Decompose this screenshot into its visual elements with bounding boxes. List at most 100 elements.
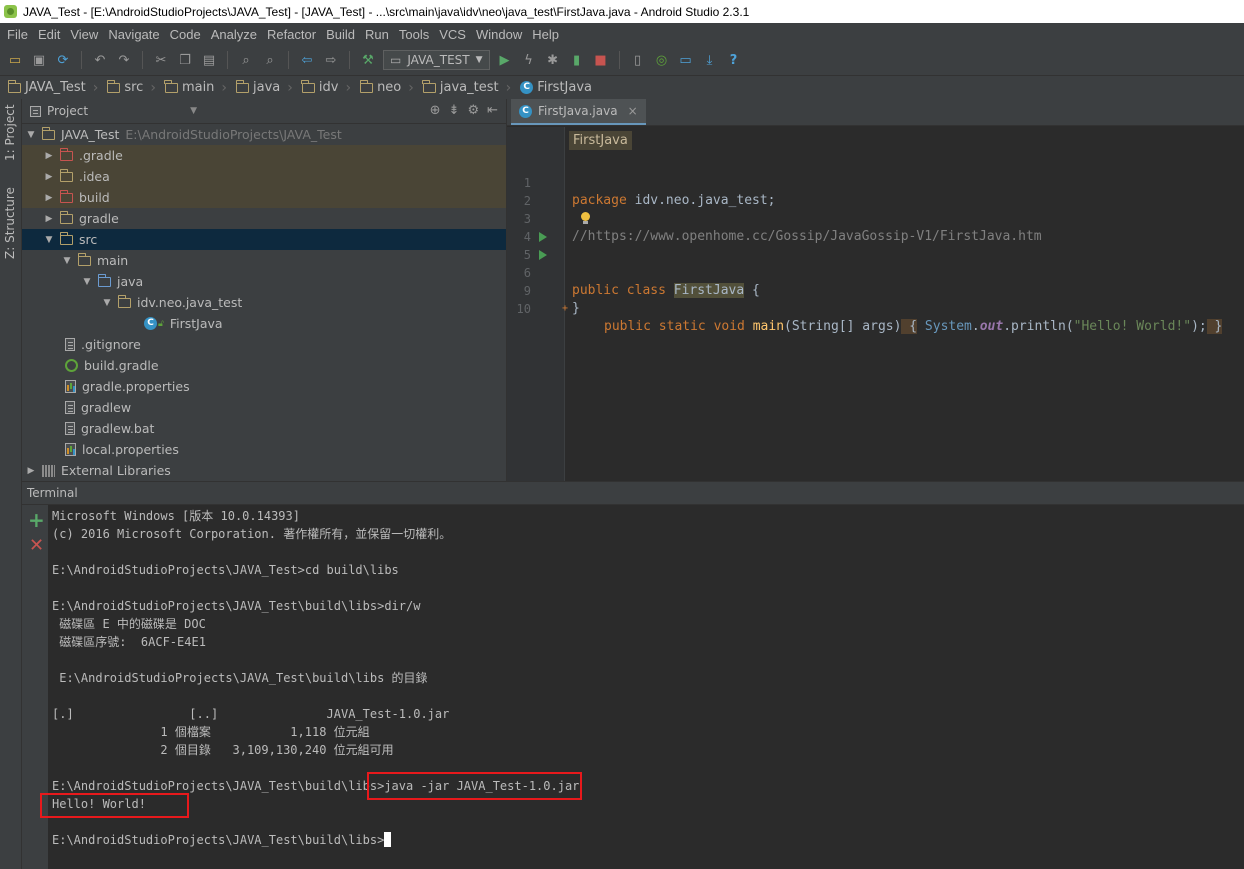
- expand-arrow-icon[interactable]: ▼: [24, 130, 38, 140]
- apply-changes-icon[interactable]: ϟ: [520, 51, 538, 69]
- tree-item-gradle-properties[interactable]: gradle.properties: [22, 376, 506, 397]
- tree-item-gitignore[interactable]: .gitignore: [22, 334, 506, 355]
- code-line: 9 }: [523, 284, 580, 316]
- tree-item-build[interactable]: ▶ build: [22, 187, 506, 208]
- collapse-arrow-icon[interactable]: ▶: [42, 151, 56, 161]
- cut-icon[interactable]: ✂: [152, 51, 170, 69]
- breadcrumb-item[interactable]: java ›: [235, 79, 302, 96]
- open-folder-icon[interactable]: ▭: [6, 51, 24, 69]
- menu-vcs[interactable]: VCS: [434, 27, 471, 42]
- menu-view[interactable]: View: [65, 27, 103, 42]
- expand-arrow-icon[interactable]: ▼: [100, 298, 114, 308]
- expand-arrow-icon[interactable]: ▼: [60, 256, 74, 266]
- breadcrumb-item[interactable]: src ›: [106, 79, 165, 96]
- find-icon[interactable]: ⌕: [237, 51, 255, 69]
- redo-icon[interactable]: ↷: [115, 51, 133, 69]
- terminal-prompt-line: E:\AndroidStudioProjects\JAVA_Test\build…: [52, 831, 392, 849]
- menu-navigate[interactable]: Navigate: [103, 27, 164, 42]
- paste-icon[interactable]: ▤: [200, 51, 218, 69]
- java-class-icon: C: [520, 81, 534, 94]
- collapse-arrow-icon[interactable]: ▶: [42, 193, 56, 203]
- make-project-icon[interactable]: ⚒: [359, 51, 377, 69]
- source-folder-icon: [97, 273, 111, 287]
- new-session-icon[interactable]: +: [28, 510, 45, 530]
- expand-arrow-icon[interactable]: ▼: [80, 277, 94, 287]
- undo-icon[interactable]: ↶: [91, 51, 109, 69]
- menu-help[interactable]: Help: [527, 27, 564, 42]
- menu-tools[interactable]: Tools: [394, 27, 434, 42]
- tree-item-firstjava[interactable]: C 🔓︎ FirstJava: [22, 313, 506, 334]
- tab-project[interactable]: 1: Project: [3, 104, 17, 161]
- folder-icon: [164, 79, 178, 93]
- close-session-icon[interactable]: ✕: [29, 536, 44, 556]
- run-configuration-select[interactable]: ▭ JAVA_TEST ▼: [383, 50, 490, 70]
- breadcrumb-item[interactable]: JAVA_Test ›: [7, 79, 107, 96]
- stop-icon[interactable]: ■: [592, 51, 610, 69]
- tab-structure[interactable]: Z: Structure: [3, 187, 17, 259]
- terminal-line: 磁碟區序號: 6ACF-E4E1: [52, 635, 206, 649]
- collapse-arrow-icon[interactable]: ▶: [42, 172, 56, 182]
- project-structure-icon[interactable]: ▭: [677, 51, 695, 69]
- run-gutter-icon[interactable]: [539, 232, 547, 242]
- project-view-selector[interactable]: Project ▼: [30, 104, 205, 118]
- replace-icon[interactable]: ⌕: [261, 51, 279, 69]
- tree-item-src[interactable]: ▼ src: [22, 229, 506, 250]
- scroll-from-source-icon[interactable]: ⊕: [430, 103, 441, 118]
- back-icon[interactable]: ⇦: [298, 51, 316, 69]
- breadcrumb-item[interactable]: main ›: [164, 79, 236, 96]
- gear-icon[interactable]: ⚙: [467, 103, 479, 118]
- collapse-all-icon[interactable]: ⇟: [449, 103, 460, 118]
- tree-item-gradle[interactable]: ▶ gradle: [22, 208, 506, 229]
- menu-build[interactable]: Build: [321, 27, 360, 42]
- tree-item-external-libraries[interactable]: ▶ External Libraries: [22, 460, 506, 481]
- terminal-output[interactable]: Microsoft Windows [版本 10.0.14393] (c) 20…: [40, 505, 1244, 869]
- menu-refactor[interactable]: Refactor: [262, 27, 321, 42]
- breadcrumb-item[interactable]: neo ›: [359, 79, 423, 96]
- breadcrumb-item[interactable]: idv ›: [301, 79, 360, 96]
- tree-item-main[interactable]: ▼ main: [22, 250, 506, 271]
- run-gutter-icon[interactable]: [539, 250, 547, 260]
- close-icon[interactable]: ×: [628, 104, 638, 118]
- text-cursor: [384, 832, 392, 847]
- tree-item-local-properties[interactable]: local.properties: [22, 439, 506, 460]
- tree-item-gradlew-bat[interactable]: gradlew.bat: [22, 418, 506, 439]
- tree-item-java[interactable]: ▼ java: [22, 271, 506, 292]
- tree-item-build-gradle[interactable]: build.gradle: [22, 355, 506, 376]
- lightbulb-icon[interactable]: [580, 212, 590, 224]
- help-icon[interactable]: ?: [725, 51, 743, 69]
- menu-analyze[interactable]: Analyze: [206, 27, 262, 42]
- breadcrumb-separator: ›: [221, 79, 228, 96]
- collapse-arrow-icon[interactable]: ▶: [42, 214, 56, 224]
- hide-panel-icon[interactable]: ⇤: [487, 103, 498, 118]
- expand-arrow-icon[interactable]: ▼: [42, 235, 56, 245]
- avd-manager-icon[interactable]: ▯: [629, 51, 647, 69]
- excluded-folder-icon: [59, 189, 73, 203]
- code-area[interactable]: FirstJava 1 package idv.neo.java_test; 2…: [507, 127, 1244, 481]
- menu-edit[interactable]: Edit: [33, 27, 65, 42]
- tree-item-gradle-cache[interactable]: ▶ .gradle: [22, 145, 506, 166]
- fold-marker-icon[interactable]: +: [562, 300, 568, 318]
- copy-icon[interactable]: ❐: [176, 51, 194, 69]
- collapse-arrow-icon[interactable]: ▶: [24, 466, 38, 476]
- breadcrumb-item[interactable]: java_test ›: [422, 79, 520, 96]
- menu-window[interactable]: Window: [471, 27, 527, 42]
- tree-item-idea[interactable]: ▶ .idea: [22, 166, 506, 187]
- forward-icon[interactable]: ⇨: [322, 51, 340, 69]
- breadcrumb-item[interactable]: C FirstJava: [520, 80, 596, 95]
- tree-item-root[interactable]: ▼ JAVA_Test E:\AndroidStudioProjects\JAV…: [22, 124, 506, 145]
- menu-run[interactable]: Run: [360, 27, 394, 42]
- run-icon[interactable]: ▶: [496, 51, 514, 69]
- menu-file[interactable]: File: [2, 27, 33, 42]
- folder-icon: [59, 210, 73, 224]
- title-bar: JAVA_Test - [E:\AndroidStudioProjects\JA…: [0, 0, 1244, 23]
- tree-item-gradlew[interactable]: gradlew: [22, 397, 506, 418]
- tree-item-package[interactable]: ▼ idv.neo.java_test: [22, 292, 506, 313]
- debug-icon[interactable]: ✱: [544, 51, 562, 69]
- sdk-manager-icon[interactable]: ⤓: [701, 51, 719, 69]
- menu-code[interactable]: Code: [165, 27, 206, 42]
- editor-tab-firstjava[interactable]: C FirstJava.java ×: [511, 99, 646, 125]
- save-icon[interactable]: ▣: [30, 51, 48, 69]
- sync-icon[interactable]: ⟳: [54, 51, 72, 69]
- sync-gradle-icon[interactable]: ◎: [653, 51, 671, 69]
- profile-icon[interactable]: ▮: [568, 51, 586, 69]
